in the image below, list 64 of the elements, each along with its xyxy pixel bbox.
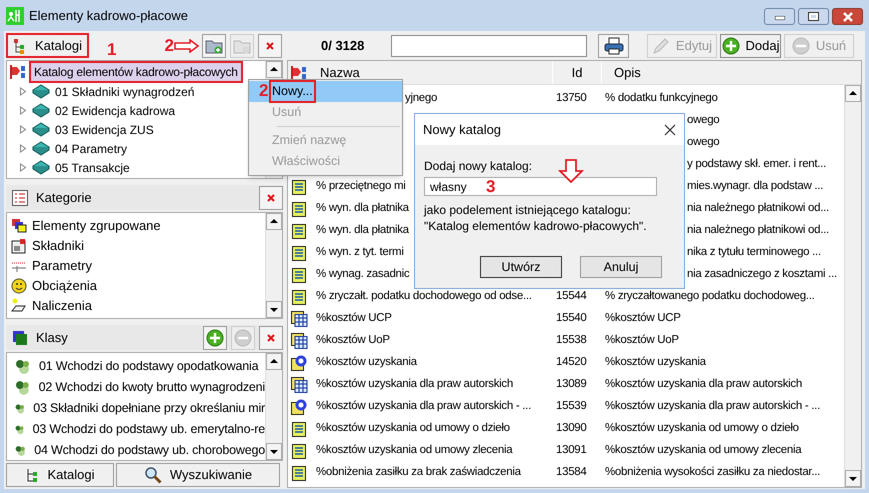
panel-title: Klasy: [36, 328, 68, 347]
class-label: 02 Wchodzi do kwoty brutto wynagrodzeni: [38, 379, 265, 396]
table-cell: %obniżenia wysokości zasiłku za niedostar...: [605, 466, 820, 478]
table-cell: % zryczałt. podatku dochodowego od odse...: [316, 290, 532, 302]
table-cell: %kosztów uzyskania dla praw autorskich - ...: [605, 400, 820, 412]
table-cell: %kosztów UoP: [316, 334, 390, 346]
menu-item-label: Właściwości: [271, 153, 342, 170]
table-cell: %kosztów uzyskania od umowy o dzieło: [316, 422, 510, 434]
table-cell: %kosztów uzyskania od umowy zlecenia: [316, 444, 512, 456]
annotation-number: 1: [106, 38, 116, 61]
table-cell: %kosztów uzyskania dla praw autorskich: [316, 378, 513, 390]
window-title: Elementy kadrowo-płacowe: [29, 6, 188, 25]
table-cell: yjnego: [405, 92, 438, 104]
table-cell: % wyn. z tyt. termi: [316, 246, 404, 258]
table-cell: % zryczałtowanego podatku dochodoweg...: [605, 290, 814, 302]
table-cell: % przeciętnego mi: [316, 180, 406, 192]
table-cell: 15539: [556, 400, 586, 412]
table-cell: y podstawy skł. emer. i rent...: [687, 158, 826, 170]
dialog-text: jako podelement istniejącego katalogu:: [424, 202, 632, 218]
table-cell: %kosztów UoP: [605, 334, 679, 346]
table-cell: nia zasadniczego z kosztami ...: [687, 268, 837, 280]
class-label: 03 Wchodzi do podstawy ub. emerytalno-re: [32, 421, 265, 438]
table-cell: owego: [687, 136, 720, 148]
table-cell: 14520: [556, 356, 586, 368]
table-cell: nika z tytułu terminowego ...: [687, 246, 821, 258]
menu-item-label: Nowy...: [269, 80, 316, 103]
annotation-number: 3: [486, 178, 496, 195]
table-cell: % wyn. dla płatnika: [316, 224, 409, 236]
table-cell: 13090: [556, 422, 586, 434]
table-cell: %kosztów uzyskania od umowy o dzieło: [605, 422, 799, 434]
table-cell: %kosztów uzyskania od umowy zlecenia: [605, 444, 802, 456]
dialog-label: Dodaj nowy katalog:: [424, 158, 532, 175]
table-cell: nia należnego płatnikowi od...: [687, 224, 829, 236]
table-cell: %kosztów uzyskania dla praw autorskich: [605, 378, 802, 390]
table-cell: %kosztów uzyskania: [605, 356, 706, 368]
record-count: 0/ 3128: [321, 36, 366, 55]
table-cell: %kosztów uzyskania: [316, 356, 417, 368]
table-cell: 15544: [556, 290, 586, 302]
menu-item-label: Zmień nazwę: [271, 132, 348, 150]
table-cell: owego: [687, 114, 720, 126]
table-cell: mies.wynagr. dla podstaw ...: [687, 180, 824, 192]
table-cell: % dodatku funkcyjnego: [605, 92, 718, 104]
table-cell: %kosztów UCP: [316, 312, 392, 324]
class-label: 04 Wchodzi do podstawy ub. chorobowego: [34, 442, 265, 460]
class-label: 01 Wchodzi do podstawy opodatkowania: [39, 358, 258, 376]
annotation-number: 2: [164, 34, 174, 57]
table-cell: 15540: [556, 312, 586, 324]
table-cell: %kosztów UCP: [605, 312, 681, 324]
panel-title: Kategorie: [36, 188, 92, 207]
table-cell: % wynag. zasadnic: [316, 268, 410, 280]
table-cell: 15538: [556, 334, 586, 346]
table-cell: %kosztów uzyskania dla praw autorskich - ...: [316, 400, 531, 412]
table-cell: % wyn. dla płatnika: [316, 202, 409, 214]
annotation-number: 2: [259, 80, 268, 102]
dialog-text: "Katalog elementów kadrowo-płacowych".: [424, 218, 648, 234]
table-cell: 13750: [556, 92, 586, 104]
class-label: 03 Składniki dopełniane przy określaniu mir: [33, 400, 265, 418]
menu-item-label: Usuń: [271, 104, 302, 122]
table-cell: 13089: [556, 378, 586, 390]
table-cell: 13584: [556, 466, 586, 478]
dialog-title: Nowy katalog: [423, 120, 502, 139]
table-cell: %obniżenia zasiłku za brak zaświadczenia: [316, 466, 521, 478]
table-cell: 13091: [556, 444, 586, 456]
table-cell: nia należnego płatnikowi od...: [687, 202, 829, 214]
